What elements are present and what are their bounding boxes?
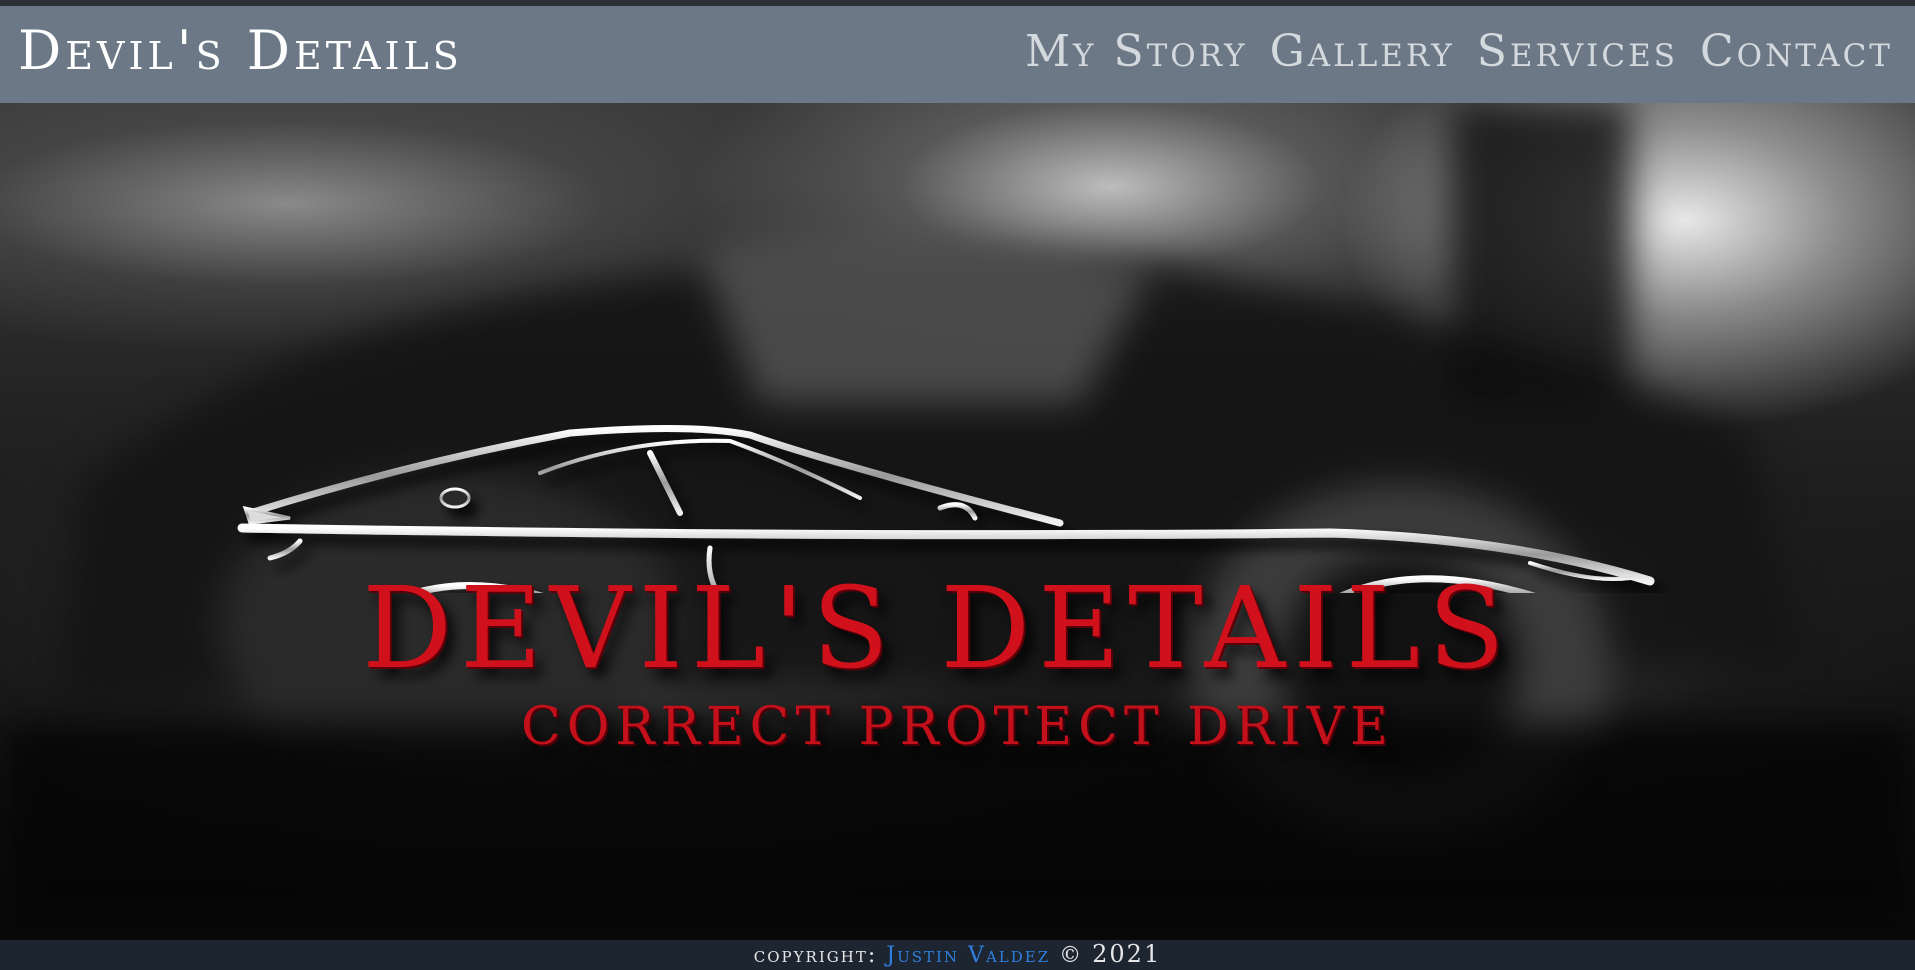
brand-link[interactable]: Devil's Details	[18, 24, 463, 78]
nav-my-story[interactable]: My Story	[1025, 30, 1248, 74]
nav-services[interactable]: Services	[1477, 30, 1678, 74]
copyright-symbol: ©	[1059, 943, 1084, 968]
copyright-year: 2021	[1092, 940, 1162, 968]
car-silhouette-logo-icon	[237, 424, 1655, 593]
author-link[interactable]: Justin Valdez	[886, 943, 1050, 968]
nav-contact[interactable]: Contact	[1700, 30, 1893, 74]
hero-banner: DEVIL'S DETAILS CORRECT PROTECT DRIVE	[0, 103, 1915, 940]
nav-gallery[interactable]: Gallery	[1270, 30, 1455, 74]
main-nav: My Story Gallery Services Contact	[1025, 30, 1893, 74]
copyright-label: copyright:	[753, 943, 878, 968]
logo-tagline: CORRECT PROTECT DRIVE	[521, 697, 1394, 757]
site-footer: copyright: Justin Valdez © 2021	[0, 940, 1915, 969]
site-header: Devil's Details My Story Gallery Service…	[0, 6, 1915, 103]
logo-title: DEVIL'S DETAILS	[362, 564, 1513, 694]
